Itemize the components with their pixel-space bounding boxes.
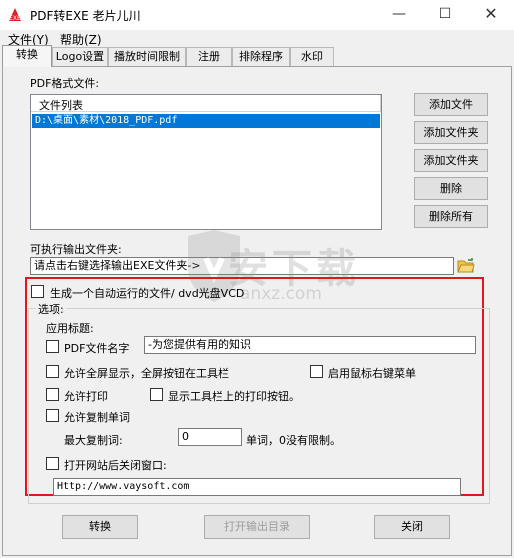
app-icon: EXE xyxy=(7,7,23,23)
tab-register[interactable]: 注册 xyxy=(186,47,232,66)
pdf-name-checkbox[interactable] xyxy=(46,340,59,353)
open-output-folder-button[interactable]: 打开输出目录 xyxy=(204,515,310,539)
maximize-button[interactable]: ☐ xyxy=(422,0,468,30)
file-list-header[interactable]: 文件列表 xyxy=(31,95,381,112)
pdf-name-label: PDF文件名字 xyxy=(64,342,130,355)
window-title: PDF转EXE 老片儿川 xyxy=(30,9,141,23)
header-divider xyxy=(380,95,381,112)
menu-help[interactable]: 帮助(Z) xyxy=(60,31,102,48)
pdf-files-label: PDF格式文件: xyxy=(30,77,100,90)
file-list-header-label: 文件列表 xyxy=(39,99,83,112)
file-list-item[interactable]: D:\桌面\素材\2018_PDF.pdf xyxy=(32,114,380,128)
add-folder-button-2[interactable]: 添加文件夹 xyxy=(414,149,488,172)
close-window-button[interactable]: ✕ xyxy=(468,0,514,30)
options-group-title: 选项: xyxy=(36,301,66,317)
tab-logo-settings[interactable]: Logo设置 xyxy=(52,47,108,66)
svg-text:EXE: EXE xyxy=(9,15,21,22)
app-title-label: 应用标题: xyxy=(46,322,94,335)
allow-copy-label: 允许复制单词 xyxy=(64,411,130,424)
show-print-button-checkbox[interactable] xyxy=(150,388,163,401)
delete-button[interactable]: 删除 xyxy=(414,177,488,200)
allow-print-label: 允许打印 xyxy=(64,390,108,403)
autorun-label: 生成一个自动运行的文件/ dvd光盘VCD xyxy=(50,287,245,300)
show-print-button-label: 显示工具栏上的打印按钮。 xyxy=(168,390,300,403)
right-click-label: 启用鼠标右键菜单 xyxy=(328,367,416,380)
add-file-button[interactable]: 添加文件 xyxy=(414,93,488,116)
max-copy-label: 最大复制词: xyxy=(64,434,123,447)
delete-all-button[interactable]: 删除所有 xyxy=(414,205,488,228)
allow-copy-checkbox[interactable] xyxy=(46,409,59,422)
tab-watermark[interactable]: 水印 xyxy=(290,47,334,66)
tab-exclude-programs[interactable]: 排除程序 xyxy=(232,47,290,66)
folder-icon[interactable] xyxy=(457,258,475,274)
add-folder-button[interactable]: 添加文件夹 xyxy=(414,121,488,144)
max-copy-field[interactable]: 0 xyxy=(178,428,242,446)
output-folder-label: 可执行输出文件夹: xyxy=(30,243,122,256)
title-bar: EXE PDF转EXE 老片儿川 — ☐ ✕ xyxy=(0,0,514,30)
close-button[interactable]: 关闭 xyxy=(374,515,450,539)
close-after-site-checkbox[interactable] xyxy=(46,457,59,470)
file-list[interactable]: 文件列表 D:\桌面\素材\2018_PDF.pdf xyxy=(30,94,382,230)
close-after-site-label: 打开网站后关闭窗口: xyxy=(64,459,167,472)
menu-bar: 文件(Y) 帮助(Z) xyxy=(0,30,514,47)
url-field[interactable]: Http://www.vaysoft.com xyxy=(53,478,461,496)
convert-button[interactable]: 转换 xyxy=(62,515,138,539)
fullscreen-label: 允许全屏显示，全屏按钮在工具栏 xyxy=(64,367,229,380)
fullscreen-checkbox[interactable] xyxy=(46,365,59,378)
tab-convert[interactable]: 转换 xyxy=(2,45,52,67)
pdf-name-field[interactable]: -为您提供有用的知识 xyxy=(144,336,476,354)
autorun-checkbox[interactable] xyxy=(31,285,44,298)
right-click-checkbox[interactable] xyxy=(310,365,323,378)
max-copy-suffix: 单词，0没有限制。 xyxy=(246,434,341,447)
allow-print-checkbox[interactable] xyxy=(46,388,59,401)
minimize-button[interactable]: — xyxy=(376,0,422,30)
tab-play-time-limit[interactable]: 播放时间限制 xyxy=(108,47,186,66)
